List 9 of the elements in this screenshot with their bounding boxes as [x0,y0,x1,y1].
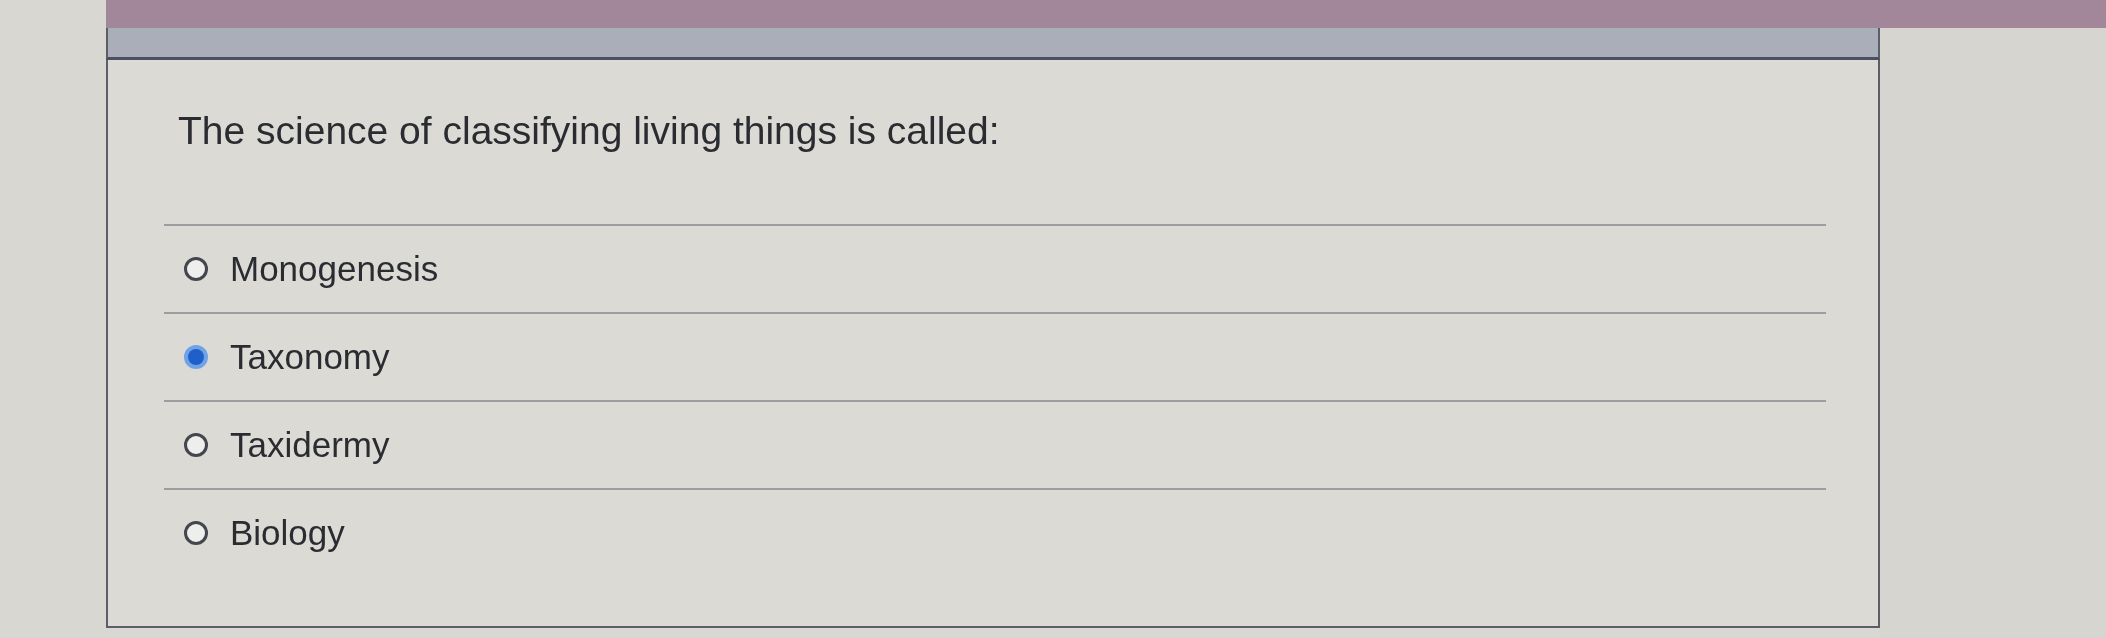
option-label[interactable]: Biology [230,512,345,554]
option-label[interactable]: Taxidermy [230,424,390,466]
radio-button[interactable] [184,257,208,281]
selected-radio-button[interactable] [184,345,208,369]
option-label[interactable]: Taxonomy [230,336,390,378]
option-label[interactable]: Monogenesis [230,248,439,290]
radio-button[interactable] [184,433,208,457]
question-text: The science of classifying living things is called: [178,108,1000,154]
radio-button[interactable] [184,521,208,545]
